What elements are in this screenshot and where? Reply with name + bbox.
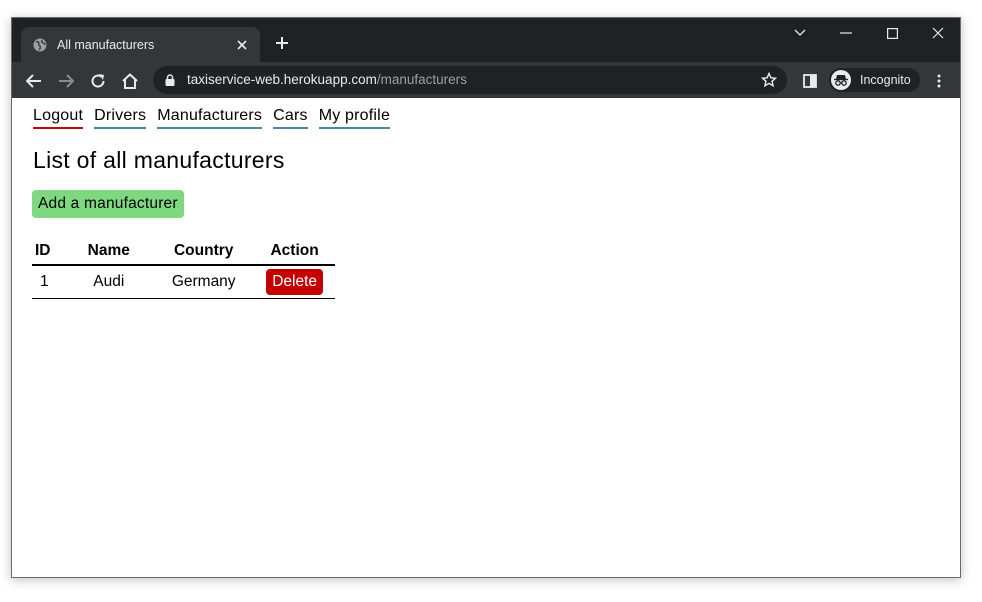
address-bar[interactable]: taxiservice-web.herokuapp.com/manufactur… — [153, 66, 787, 94]
bookmark-star-icon[interactable] — [761, 72, 777, 88]
header-name: Name — [87, 241, 130, 259]
more-menu-icon[interactable] — [930, 72, 948, 90]
table-row: 1 Audi Germany Delete — [32, 265, 335, 299]
delete-button[interactable]: Delete — [266, 269, 323, 295]
header-country: Country — [173, 241, 234, 259]
add-manufacturer-button[interactable]: Add a manufacturer — [32, 190, 184, 218]
table-header-row: ID Name Country Action — [32, 237, 335, 265]
lock-icon — [165, 74, 175, 86]
nav-manufacturers-link[interactable]: Manufacturers — [157, 107, 263, 129]
close-tab-icon[interactable] — [234, 37, 250, 53]
chevron-down-icon[interactable] — [792, 26, 808, 40]
minimize-icon[interactable] — [838, 26, 854, 40]
reload-icon[interactable] — [89, 72, 107, 90]
page-title: List of all manufacturers — [33, 147, 285, 173]
nav-cars-link[interactable]: Cars — [273, 107, 308, 129]
page-viewport: Logout Drivers Manufacturers Cars My pro… — [12, 98, 960, 577]
nav-drivers-link[interactable]: Drivers — [94, 107, 147, 129]
cell-country: Germany — [171, 273, 236, 290]
forward-arrow-icon[interactable] — [57, 72, 75, 90]
main-nav: Logout Drivers Manufacturers Cars My pro… — [33, 107, 391, 129]
close-window-icon[interactable] — [930, 26, 946, 40]
incognito-profile-button[interactable]: Incognito — [829, 68, 920, 92]
nav-my-profile-link[interactable]: My profile — [318, 107, 391, 129]
header-id: ID — [35, 241, 51, 259]
manufacturers-table: ID Name Country Action 1 Audi Germany De… — [32, 237, 335, 299]
url-host: taxiservice-web.herokuapp.com — [187, 72, 377, 87]
tab-strip: All manufacturers — [12, 18, 960, 62]
cell-name: Audi — [93, 273, 125, 290]
tab-all-manufacturers[interactable]: All manufacturers — [21, 27, 260, 62]
cell-action: Delete — [254, 265, 335, 299]
maximize-icon[interactable] — [884, 26, 900, 40]
new-tab-icon[interactable] — [274, 35, 290, 51]
tab-title: All manufacturers — [57, 37, 155, 52]
browser-window: All manufacturers taxiservice-web.heroku… — [11, 17, 961, 578]
globe-icon — [33, 38, 47, 51]
nav-logout-link[interactable]: Logout — [33, 107, 84, 129]
url-text: taxiservice-web.herokuapp.com/manufactur… — [187, 72, 467, 87]
browser-toolbar: taxiservice-web.herokuapp.com/manufactur… — [12, 62, 960, 98]
home-icon[interactable] — [121, 72, 139, 90]
cell-id: 1 — [40, 273, 49, 290]
url-path: /manufacturers — [376, 72, 467, 87]
incognito-icon — [831, 70, 851, 90]
back-arrow-icon[interactable] — [25, 72, 43, 90]
incognito-label: Incognito — [860, 73, 911, 87]
header-action: Action — [270, 241, 319, 259]
side-panel-icon[interactable] — [801, 72, 819, 90]
